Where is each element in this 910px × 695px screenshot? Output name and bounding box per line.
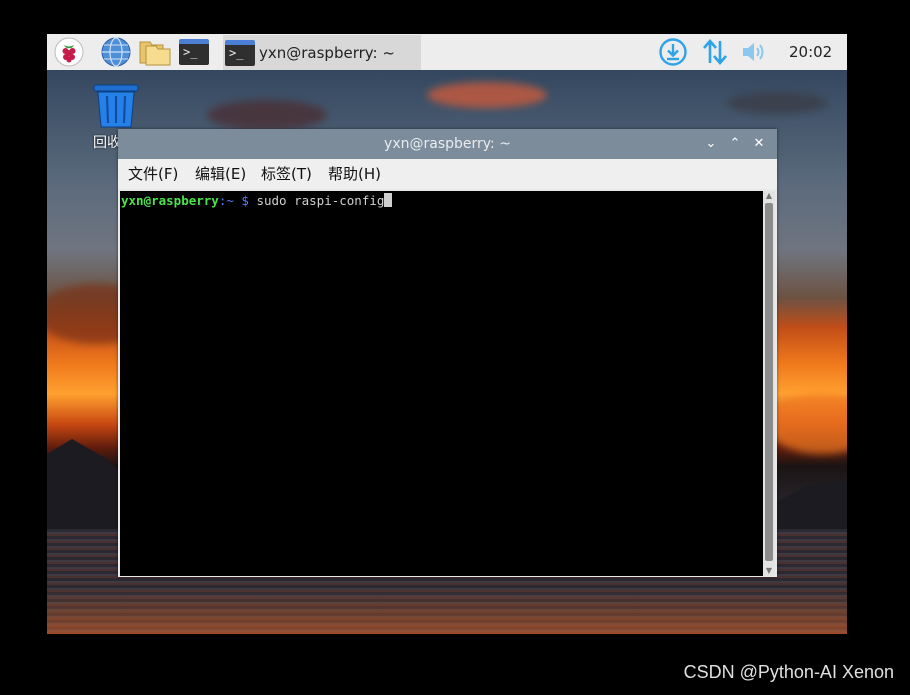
trash-icon	[93, 84, 139, 128]
maximize-button[interactable]: ⌃	[724, 129, 746, 159]
window-titlebar[interactable]: yxn@raspberry: ~ ⌄ ⌃ ✕	[118, 129, 777, 159]
file-manager-folder-icon	[139, 41, 171, 66]
close-button[interactable]: ✕	[748, 129, 770, 159]
watermark: CSDN @Python-AI Xenon	[683, 662, 894, 682]
prompt-path: :~ $	[218, 193, 249, 208]
bluetooth-download-icon	[659, 38, 687, 66]
command-text: sudo raspi-config	[248, 193, 385, 208]
desktop-trash-label: 回收	[93, 135, 121, 151]
taskbar-clock[interactable]: 20:02	[789, 34, 832, 70]
network-updown-icon	[703, 39, 727, 65]
file-manager-launcher[interactable]	[138, 34, 172, 70]
taskbar: >_ >_ yxn@raspberry: ~ 20:02	[47, 34, 847, 70]
desktop-screen: >_ >_ yxn@raspberry: ~ 20:02 回收 yxn@rasp…	[47, 34, 847, 634]
raspberry-menu-icon	[54, 37, 84, 67]
minimize-button[interactable]: ⌄	[700, 129, 722, 159]
network-tray-button[interactable]	[699, 34, 731, 70]
scroll-down-arrow-icon[interactable]: ▼	[763, 566, 775, 576]
terminal-launcher[interactable]: >_	[177, 34, 211, 70]
menu-edit[interactable]: 编辑(E)	[195, 159, 246, 189]
menu-tabs[interactable]: 标签(T)	[261, 159, 312, 189]
text-cursor	[384, 193, 393, 207]
prompt-line: yxn@raspberry:~ $ sudo raspi-config	[121, 193, 393, 208]
volume-tray-button[interactable]	[739, 34, 769, 70]
window-title: yxn@raspberry: ~	[384, 136, 511, 152]
menubar: 文件(F) 编辑(E) 标签(T) 帮助(H)	[118, 159, 777, 189]
wallpaper-water-glow	[47, 589, 847, 634]
terminal-launcher-icon: >_	[179, 39, 209, 65]
volume-icon	[743, 43, 764, 61]
browser-globe-icon	[101, 37, 131, 67]
scroll-up-arrow-icon[interactable]: ▲	[763, 191, 775, 201]
terminal-window: yxn@raspberry: ~ ⌄ ⌃ ✕ 文件(F) 编辑(E) 标签(T)…	[118, 129, 777, 577]
terminal-scrollbar[interactable]: ▲ ▼	[763, 191, 775, 576]
terminal-icon: >_	[225, 39, 255, 66]
menu-help[interactable]: 帮助(H)	[328, 159, 381, 189]
terminal-output[interactable]: yxn@raspberry:~ $ sudo raspi-config	[120, 191, 763, 576]
taskbar-window-label: yxn@raspberry: ~	[259, 43, 395, 62]
prompt-user: yxn@raspberry	[121, 193, 219, 208]
desktop-trash-icon[interactable]	[93, 84, 143, 132]
raspberry-menu-button[interactable]	[53, 34, 85, 70]
scrollbar-thumb[interactable]	[765, 203, 773, 561]
menu-file[interactable]: 文件(F)	[128, 159, 178, 189]
taskbar-window-terminal[interactable]: >_ yxn@raspberry: ~	[223, 35, 421, 70]
bluetooth-tray-button[interactable]	[657, 34, 689, 70]
browser-launcher[interactable]	[99, 34, 133, 70]
